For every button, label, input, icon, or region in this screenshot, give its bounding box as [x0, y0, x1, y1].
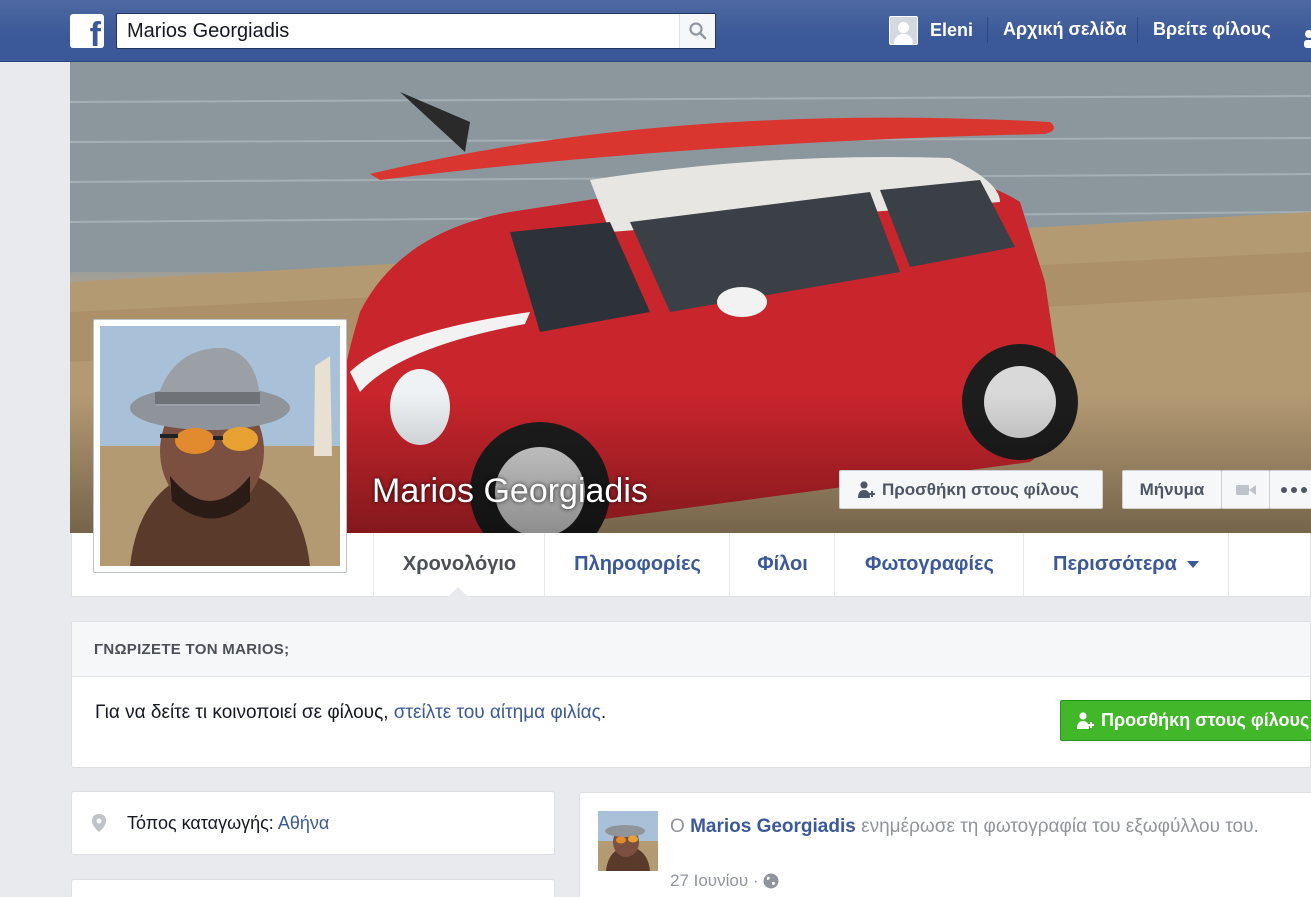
nav-home-link[interactable]: Αρχική σελίδα	[1003, 19, 1126, 40]
tab-photos-label: Φωτογραφίες	[865, 553, 994, 575]
nav-user-profile[interactable]: Eleni	[889, 15, 973, 45]
post-author-link[interactable]: Marios Georgiadis	[690, 816, 856, 837]
send-friend-request-link[interactable]: στείλτε του αίτημα φιλίας	[394, 702, 601, 723]
know-card-text: Για να δείτε τι κοινοποιεί σε φίλους, στ…	[95, 702, 606, 724]
facebook-logo-icon[interactable]: f	[70, 14, 104, 48]
tab-more-label: Περισσότερα	[1053, 553, 1177, 575]
top-navigation-bar: f Eleni Αρχική σελίδα Βρείτε φίλους	[0, 0, 1311, 62]
search-input[interactable]	[117, 14, 679, 48]
add-friend-icon	[1077, 711, 1094, 729]
user-avatar	[889, 15, 918, 45]
tab-timeline-label: Χρονολόγιο	[402, 553, 517, 575]
add-friend-label: Προσθήκη στους φίλους	[882, 479, 1079, 499]
hometown-row: Τόπος καταγωγής: Αθήνα	[127, 813, 329, 834]
post-action: ενημέρωσε τη φωτογραφία του εξωφύλλου το…	[855, 816, 1259, 837]
profile-picture[interactable]	[93, 319, 347, 573]
post-author-avatar[interactable]	[598, 811, 658, 871]
ellipsis-icon	[1281, 486, 1307, 493]
know-person-card: ΓΝΩΡΙΖΕΤΕ ΤΟΝ MARIOS; Για να δείτε τι κο…	[71, 621, 1311, 768]
intro-card: Τόπος καταγωγής: Αθήνα	[71, 791, 555, 855]
hometown-label: Τόπος καταγωγής:	[127, 813, 278, 833]
know-card-text-after: .	[600, 702, 607, 723]
tab-about[interactable]: Πληροφορίες	[544, 533, 730, 596]
profile-picture-image	[100, 326, 340, 566]
more-options-button[interactable]	[1269, 470, 1311, 509]
video-camera-icon	[1235, 484, 1256, 495]
post-separator: ·	[748, 871, 764, 890]
location-pin-icon	[92, 814, 106, 832]
add-friend-button[interactable]: Προσθήκη στους φίλους	[839, 470, 1103, 509]
know-card-text-before: Για να δείτε τι κοινοποιεί σε φίλους,	[95, 702, 394, 723]
message-label: Μήνυμα	[1139, 479, 1205, 499]
nav-user-name: Eleni	[930, 19, 974, 40]
message-button[interactable]: Μήνυμα	[1122, 470, 1222, 509]
know-card-heading: ΓΝΩΡΙΖΕΤΕ ΤΟΝ MARIOS;	[72, 622, 1310, 677]
globe-icon[interactable]	[763, 873, 779, 889]
add-friend-green-button[interactable]: Προσθήκη στους φίλους	[1060, 700, 1311, 741]
post-prefix: Ο	[670, 816, 691, 837]
add-friend-icon	[858, 480, 875, 498]
nav-divider	[1137, 17, 1138, 43]
video-call-button[interactable]	[1221, 470, 1270, 509]
nav-divider	[987, 17, 988, 43]
post-text: Ο Marios Georgiadis ενημέρωσε τη φωτογρα…	[670, 813, 1290, 841]
active-tab-indicator	[448, 587, 468, 597]
tab-more[interactable]: Περισσότερα	[1023, 533, 1229, 596]
friend-requests-icon[interactable]	[1300, 26, 1311, 48]
nav-find-friends-link[interactable]: Βρείτε φίλους	[1153, 19, 1271, 40]
tab-about-label: Πληροφορίες	[574, 553, 701, 575]
left-card-secondary	[71, 879, 555, 897]
search-icon	[689, 22, 707, 40]
chevron-down-icon	[1186, 560, 1199, 568]
hometown-link[interactable]: Αθήνα	[278, 813, 329, 833]
tab-friends-label: Φίλοι	[757, 553, 808, 575]
profile-name[interactable]: Marios Georgiadis	[372, 472, 648, 511]
add-friend-green-label: Προσθήκη στους φίλους	[1101, 710, 1310, 730]
search-button[interactable]	[679, 14, 715, 48]
post-date[interactable]: 27 Ιουνίου	[670, 871, 748, 891]
search-box	[116, 13, 716, 49]
post-meta: 27 Ιουνίου ·	[670, 871, 779, 891]
tab-photos[interactable]: Φωτογραφίες	[834, 533, 1024, 596]
tab-friends[interactable]: Φίλοι	[729, 533, 835, 596]
timeline-post: Ο Marios Georgiadis ενημέρωσε τη φωτογρα…	[579, 792, 1311, 897]
